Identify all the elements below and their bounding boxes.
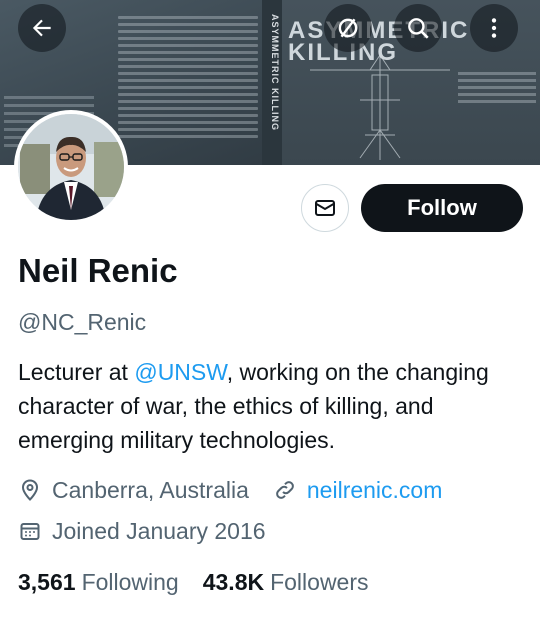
profile-joined-row: Joined January 2016	[18, 515, 266, 547]
slashed-circle-icon	[338, 18, 358, 38]
banner-drone-illustration	[310, 50, 450, 160]
banner-cover-text-block	[118, 16, 258, 142]
profile-handle: @NC_Renic	[18, 309, 147, 335]
profile-stats: 3,561 Following 43.8K Followers	[18, 565, 393, 599]
bio-mention-link[interactable]: @UNSW	[134, 359, 226, 385]
banner-spine-title: ASYMMETRIC KILLING	[270, 14, 280, 131]
calendar-icon	[18, 519, 42, 543]
following-label[interactable]: Following	[82, 569, 179, 596]
following-count[interactable]: 3,561	[18, 569, 76, 596]
followers-label[interactable]: Followers	[270, 569, 368, 596]
back-button[interactable]	[18, 4, 66, 52]
profile-name: Neil Renic	[18, 252, 178, 289]
profile-joined-date: Joined January 2016	[52, 517, 266, 544]
more-options-button[interactable]	[470, 4, 518, 52]
more-vertical-icon	[491, 18, 497, 38]
profile-location: Canberra, Australia	[52, 476, 249, 503]
banner-author-bio	[458, 72, 536, 107]
envelope-icon	[315, 200, 335, 216]
message-button[interactable]	[301, 184, 349, 232]
profile-website-link[interactable]: neilrenic.com	[307, 477, 443, 504]
search-icon	[408, 18, 429, 39]
search-button[interactable]	[394, 4, 442, 52]
profile-meta-row: Canberra, Australia neilrenic.com	[18, 474, 442, 506]
arrow-left-icon	[32, 19, 51, 37]
bio-prefix: Lecturer at	[18, 359, 135, 385]
link-icon	[273, 478, 297, 502]
follow-button[interactable]: Follow	[361, 184, 523, 232]
mute-button[interactable]	[324, 4, 372, 52]
avatar[interactable]	[14, 110, 128, 224]
location-pin-icon	[18, 478, 42, 502]
followers-count[interactable]: 43.8K	[203, 569, 264, 596]
avatar-photo	[18, 114, 124, 220]
profile-bio: Lecturer at @UNSW, working on the changi…	[18, 355, 528, 457]
